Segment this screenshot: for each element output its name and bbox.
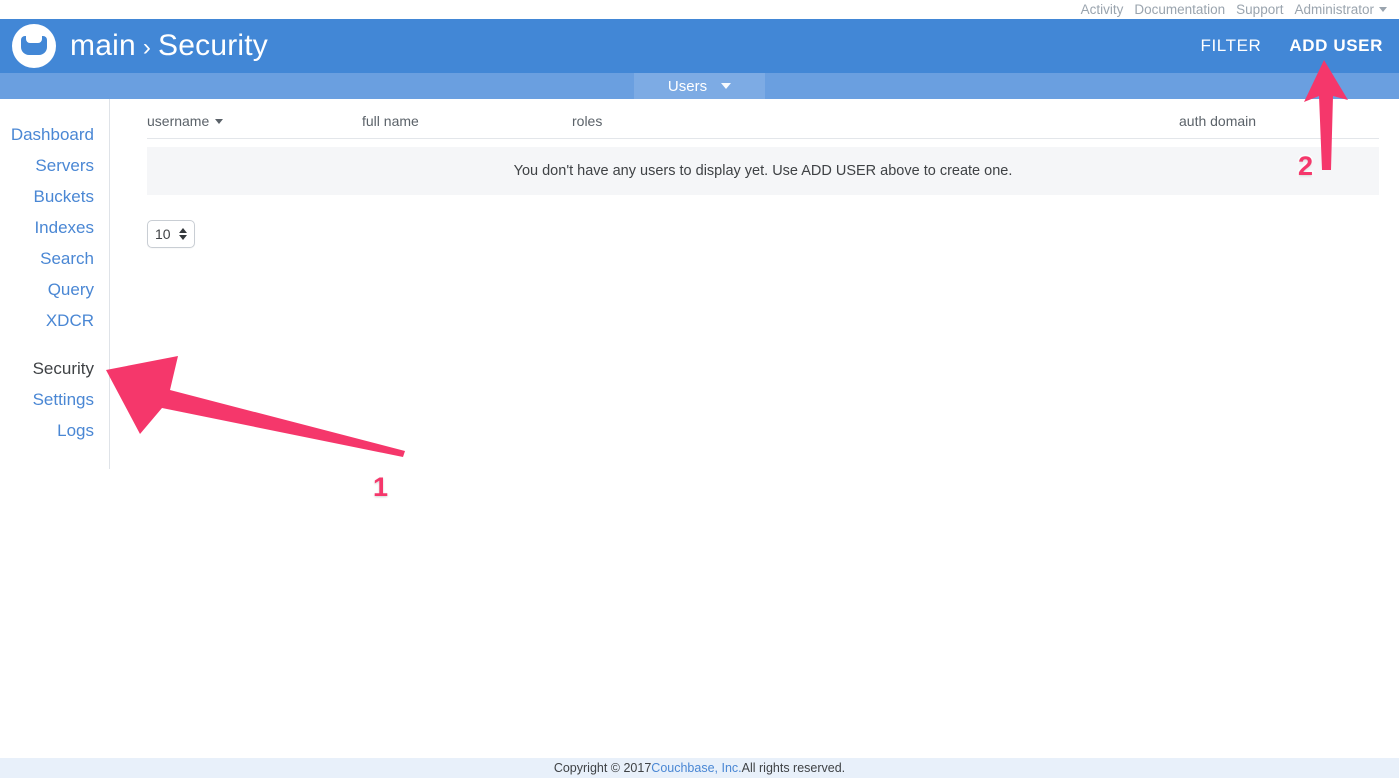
sidebar-item-security[interactable]: Security [33,353,94,384]
sidebar: Dashboard Servers Buckets Indexes Search… [0,99,110,469]
administrator-label: Administrator [1294,2,1374,17]
breadcrumb: main › Security [70,29,268,63]
sidebar-item-servers[interactable]: Servers [35,150,94,181]
users-table-header: username full name roles auth domain [147,99,1379,139]
tab-users[interactable]: Users [633,73,766,99]
column-header-username-label: username [147,112,210,129]
sidebar-item-indexes[interactable]: Indexes [34,212,94,243]
empty-state-message: You don't have any users to display yet.… [147,147,1379,195]
column-header-roles: roles [572,112,603,129]
page-body: Dashboard Servers Buckets Indexes Search… [0,99,1399,758]
sidebar-item-dashboard[interactable]: Dashboard [11,119,94,150]
column-header-auth-domain: auth domain [1179,112,1257,129]
couchbase-logo-icon [12,24,56,68]
up-down-stepper-icon [179,228,187,240]
sidebar-item-settings[interactable]: Settings [33,384,94,415]
footer-couchbase-link[interactable]: Couchbase, Inc. [651,761,741,775]
add-user-button[interactable]: ADD USER [1289,36,1383,56]
topbar-link-activity[interactable]: Activity [1081,0,1124,19]
tab-users-label: Users [667,77,708,95]
caret-down-icon [179,235,187,240]
sidebar-item-xdcr[interactable]: XDCR [46,305,94,336]
page-size-value: 10 [155,226,171,242]
column-header-username[interactable]: username [147,113,362,129]
sidebar-item-search[interactable]: Search [40,243,94,274]
footer-copyright-suffix: All rights reserved. [741,761,846,775]
tab-bar: Users [0,73,1399,99]
topbar-link-documentation[interactable]: Documentation [1134,0,1225,19]
chevron-down-icon [1379,7,1387,12]
app-header: main › Security FILTER ADD USER [0,19,1399,73]
sidebar-item-buckets[interactable]: Buckets [34,181,94,212]
header-actions: FILTER ADD USER [1201,36,1384,56]
sidebar-item-logs[interactable]: Logs [57,415,94,446]
topbar-menu-administrator[interactable]: Administrator [1294,0,1387,19]
topbar-link-support[interactable]: Support [1236,0,1283,19]
chevron-down-icon [721,83,732,89]
footer: Copyright © 2017 Couchbase, Inc. All rig… [0,758,1399,778]
footer-copyright-prefix: Copyright © 2017 [553,761,652,775]
breadcrumb-cluster[interactable]: main [70,29,136,63]
filter-button[interactable]: FILTER [1201,36,1262,56]
sidebar-item-query[interactable]: Query [48,274,94,305]
caret-down-icon [215,118,224,124]
column-header-full-name: full name [362,112,419,129]
app-root: Activity Documentation Support Administr… [0,0,1399,778]
annotation-number-2: 2 [1296,150,1314,183]
caret-up-icon [179,228,187,233]
logo-notch-shape [26,35,42,43]
breadcrumb-separator-icon: › [142,34,152,61]
page-size-select[interactable]: 10 [147,220,195,248]
top-utility-bar: Activity Documentation Support Administr… [0,0,1399,19]
users-panel: username full name roles auth domain You… [147,99,1379,248]
annotation-number-1: 1 [371,471,389,504]
page-title: Security [158,29,269,62]
